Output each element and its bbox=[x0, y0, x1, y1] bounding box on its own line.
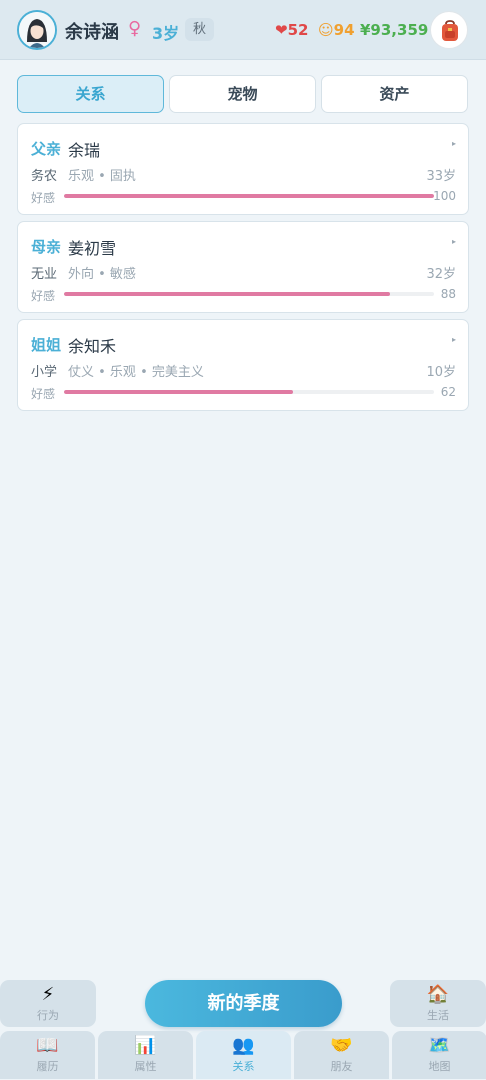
player-name: 余诗涵 bbox=[65, 22, 119, 43]
nav-label: 朋友 bbox=[330, 1060, 353, 1073]
girl-avatar-icon bbox=[19, 12, 55, 48]
player-age: 3岁 bbox=[152, 24, 180, 43]
backpack-button[interactable] bbox=[430, 11, 468, 49]
book-icon: 📖 bbox=[36, 1035, 59, 1056]
house-icon: 🏠 bbox=[426, 984, 450, 1005]
chevron-right-icon: ▸ bbox=[451, 139, 456, 148]
nav-relations[interactable]: 👥 关系 bbox=[196, 1031, 291, 1079]
heart-icon: ❤ bbox=[275, 21, 288, 39]
avatar[interactable] bbox=[17, 10, 57, 50]
tab-relations[interactable]: 关系 bbox=[17, 75, 164, 113]
map-icon: 🗺️ bbox=[428, 1035, 451, 1056]
nav-label: 履历 bbox=[36, 1060, 59, 1073]
tab-pets[interactable]: 宠物 bbox=[169, 75, 316, 113]
favor-bar bbox=[64, 292, 434, 296]
favor-bar-fill bbox=[64, 292, 390, 296]
gender-female-icon: ♀ bbox=[128, 18, 142, 39]
favor-value: 62 bbox=[440, 385, 456, 399]
favor-value: 88 bbox=[440, 287, 456, 301]
person-name: 余瑞 bbox=[68, 141, 101, 160]
chevron-right-icon: ▸ bbox=[451, 335, 456, 344]
health-value: 52 bbox=[287, 21, 309, 39]
relation-card-sister[interactable]: 姐姐 余知禾 ▸ 小学 仗义 • 乐观 • 完美主义 10岁 好感 62 bbox=[17, 319, 469, 411]
person-traits: 仗义 • 乐观 • 完美主义 bbox=[68, 365, 204, 380]
person-name: 余知禾 bbox=[68, 337, 117, 356]
nav-map[interactable]: 🗺️ 地图 bbox=[392, 1031, 486, 1079]
lightning-icon: ⚡ bbox=[41, 984, 55, 1005]
nav-friends[interactable]: 🤝 朋友 bbox=[294, 1031, 389, 1079]
person-job: 无业 bbox=[31, 267, 58, 282]
person-job: 务农 bbox=[31, 169, 58, 184]
season-badge: 秋 bbox=[185, 18, 214, 41]
life-label: 生活 bbox=[427, 1009, 449, 1022]
smile-icon: ☺ bbox=[318, 21, 334, 39]
person-age: 32岁 bbox=[426, 267, 456, 282]
favor-label: 好感 bbox=[31, 387, 56, 401]
person-traits: 外向 • 敏感 bbox=[68, 267, 136, 282]
nav-resume[interactable]: 📖 履历 bbox=[0, 1031, 95, 1079]
tab-assets[interactable]: 资产 bbox=[321, 75, 468, 113]
favor-label: 好感 bbox=[31, 289, 56, 303]
person-name: 姜初雪 bbox=[68, 239, 117, 258]
favor-bar bbox=[64, 390, 434, 394]
money-stat: ¥93,359 bbox=[360, 21, 429, 39]
mood-stat: ☺94 bbox=[318, 21, 355, 39]
bottom-navigation: ⚡ 行为 新的季度 🏠 生活 📖 履历 📊 属性 👥 关系 🤝 朋友 🗺️ 地图 bbox=[0, 975, 486, 1080]
bar-chart-icon: 📊 bbox=[134, 1035, 157, 1056]
person-job: 小学 bbox=[31, 365, 58, 380]
life-button[interactable]: 🏠 生活 bbox=[390, 980, 486, 1027]
favor-bar bbox=[64, 194, 434, 198]
nav-label: 地图 bbox=[428, 1060, 451, 1073]
favor-bar-fill bbox=[64, 390, 294, 394]
favor-label: 好感 bbox=[31, 191, 56, 205]
nav-label: 关系 bbox=[232, 1060, 255, 1073]
person-traits: 乐观 • 固执 bbox=[68, 169, 136, 184]
person-age: 33岁 bbox=[426, 169, 456, 184]
favor-value: 100 bbox=[433, 189, 456, 203]
handshake-icon: 🤝 bbox=[330, 1035, 353, 1056]
relation-type: 父亲 bbox=[31, 140, 62, 158]
relation-type: 母亲 bbox=[31, 238, 62, 256]
favor-bar-fill bbox=[64, 194, 434, 198]
people-icon: 👥 bbox=[232, 1035, 255, 1056]
nav-attributes[interactable]: 📊 属性 bbox=[98, 1031, 193, 1079]
person-age: 10岁 bbox=[426, 365, 456, 380]
chevron-right-icon: ▸ bbox=[451, 237, 456, 246]
relation-card-father[interactable]: 父亲 余瑞 ▸ 务农 乐观 • 固执 33岁 好感 100 bbox=[17, 123, 469, 215]
relation-card-mother[interactable]: 母亲 姜初雪 ▸ 无业 外向 • 敏感 32岁 好感 88 bbox=[17, 221, 469, 313]
backpack-icon bbox=[442, 20, 458, 41]
action-button[interactable]: ⚡ 行为 bbox=[0, 980, 96, 1027]
relation-type: 姐姐 bbox=[31, 336, 62, 354]
next-season-button[interactable]: 新的季度 bbox=[145, 980, 342, 1027]
mood-value: 94 bbox=[333, 21, 355, 39]
nav-label: 属性 bbox=[134, 1060, 157, 1073]
health-stat: ❤52 bbox=[275, 21, 308, 39]
action-label: 行为 bbox=[37, 1009, 59, 1022]
top-status-bar: 余诗涵 ♀ 3岁 秋 ❤52 ☺94 ¥93,359 bbox=[0, 0, 486, 60]
